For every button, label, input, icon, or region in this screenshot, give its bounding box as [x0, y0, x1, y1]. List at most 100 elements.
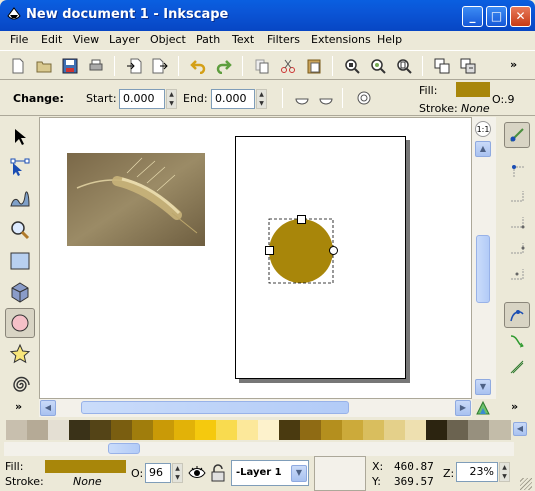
minimize-button[interactable]: _: [462, 6, 483, 27]
ellipse-handle-arc[interactable]: [329, 246, 338, 255]
menu-view[interactable]: View: [73, 33, 99, 46]
zoom-tool-icon[interactable]: [5, 215, 35, 245]
zoom-drawing-icon[interactable]: [368, 56, 388, 76]
layer-visibility-eye-icon[interactable]: [188, 464, 206, 482]
close-button[interactable]: ✕: [510, 6, 531, 27]
scroll-right-button[interactable]: ▶: [455, 400, 471, 416]
tweak-tool-icon[interactable]: [5, 184, 35, 214]
palette-swatch[interactable]: [216, 420, 238, 440]
palette-swatch[interactable]: [279, 420, 301, 440]
menu-layer[interactable]: Layer: [109, 33, 140, 46]
palette-scrollbar[interactable]: [4, 442, 514, 456]
vertical-scrollbar[interactable]: 1:1 ▲ ▼: [472, 117, 496, 399]
palette-swatch[interactable]: [489, 420, 511, 440]
ellipse-handle-left[interactable]: [265, 246, 274, 255]
palette-menu-button[interactable]: ◀: [513, 422, 527, 436]
menu-file[interactable]: File: [10, 33, 28, 46]
snap-bbox-corners-icon[interactable]: [504, 209, 530, 235]
3d-box-tool-icon[interactable]: [5, 277, 35, 307]
end-input[interactable]: 0.000: [211, 89, 255, 109]
scroll-down-button[interactable]: ▼: [475, 379, 491, 395]
menu-edit[interactable]: Edit: [41, 33, 62, 46]
horizontal-scroll-thumb[interactable]: [81, 401, 349, 414]
import-icon[interactable]: [124, 56, 144, 76]
palette-swatch[interactable]: [468, 420, 490, 440]
palette-swatches[interactable]: [6, 420, 511, 440]
star-tool-icon[interactable]: [5, 339, 35, 369]
menu-extensions[interactable]: Extensions: [311, 33, 371, 46]
maximize-button[interactable]: □: [486, 6, 507, 27]
resize-grip-icon[interactable]: [520, 478, 532, 490]
selector-tool-icon[interactable]: [5, 122, 35, 152]
ellipse-handle-top[interactable]: [297, 215, 306, 224]
snap-bbox-midpoints-icon[interactable]: [504, 235, 530, 261]
palette-swatch[interactable]: [447, 420, 469, 440]
palette-swatch[interactable]: [132, 420, 154, 440]
wheat-photo[interactable]: [67, 153, 205, 246]
snap-toggle-icon[interactable]: [504, 122, 530, 148]
horizontal-scrollbar[interactable]: ◀ ▶: [39, 399, 472, 417]
redo-icon[interactable]: [214, 56, 234, 76]
toolbar-overflow-button[interactable]: »: [510, 58, 517, 71]
palette-scroll-thumb[interactable]: [108, 443, 140, 454]
palette-swatch[interactable]: [111, 420, 133, 440]
zoom-page-icon[interactable]: [394, 56, 414, 76]
undo-icon[interactable]: [188, 56, 208, 76]
status-fill-swatch[interactable]: [45, 460, 126, 473]
ellipse-tool-icon[interactable]: [5, 308, 35, 338]
menu-help[interactable]: Help: [377, 33, 402, 46]
zoom-input[interactable]: 23%: [456, 462, 498, 482]
save-icon[interactable]: [60, 56, 80, 76]
palette-swatch[interactable]: [300, 420, 322, 440]
ellipse-object[interactable]: [266, 216, 336, 286]
node-tool-icon[interactable]: [5, 153, 35, 183]
palette-swatch[interactable]: [363, 420, 385, 440]
drawing-canvas[interactable]: [39, 117, 472, 399]
copy-icon[interactable]: [252, 56, 272, 76]
snap-paths-icon[interactable]: [504, 328, 530, 354]
zoom-selection-icon[interactable]: [342, 56, 362, 76]
palette-swatch[interactable]: [237, 420, 259, 440]
rectangle-tool-icon[interactable]: [5, 246, 35, 276]
make-whole-icon[interactable]: [354, 88, 374, 108]
start-stepper[interactable]: ▲ ▼: [166, 89, 177, 109]
menu-object[interactable]: Object: [150, 33, 186, 46]
palette-swatch[interactable]: [258, 420, 280, 440]
status-opacity-stepper[interactable]: ▲ ▼: [172, 463, 183, 483]
new-document-icon[interactable]: [8, 56, 28, 76]
layer-select-dropdown-button[interactable]: ▼: [291, 465, 307, 482]
segment-icon[interactable]: [316, 88, 336, 108]
scroll-up-button[interactable]: ▲: [475, 141, 491, 157]
palette-swatch[interactable]: [384, 420, 406, 440]
paste-icon[interactable]: [304, 56, 324, 76]
palette-swatch[interactable]: [48, 420, 70, 440]
layer-lock-icon[interactable]: [210, 464, 226, 482]
palette-swatch[interactable]: [6, 420, 28, 440]
zoom-1-1-icon[interactable]: 1:1: [475, 121, 491, 137]
vertical-scroll-thumb[interactable]: [476, 235, 490, 303]
spiral-tool-icon[interactable]: [5, 370, 35, 400]
duplicate-icon[interactable]: [432, 56, 452, 76]
snap-intersections-icon[interactable]: [504, 354, 530, 380]
palette-swatch[interactable]: [195, 420, 217, 440]
palette-swatch[interactable]: [153, 420, 175, 440]
clone-icon[interactable]: [458, 56, 478, 76]
palette-swatch[interactable]: [426, 420, 448, 440]
fill-swatch[interactable]: [456, 82, 490, 97]
palette-swatch[interactable]: [174, 420, 196, 440]
whole-ellipse-icon[interactable]: [292, 88, 312, 108]
palette-swatch[interactable]: [27, 420, 49, 440]
scroll-left-button[interactable]: ◀: [40, 400, 56, 416]
palette-swatch[interactable]: [342, 420, 364, 440]
palette-swatch[interactable]: [90, 420, 112, 440]
palette-swatch[interactable]: [321, 420, 343, 440]
snap-bbox-centers-icon[interactable]: [504, 261, 530, 287]
end-stepper[interactable]: ▲ ▼: [256, 89, 267, 109]
snap-bbox-edges-icon[interactable]: [504, 183, 530, 209]
snap-bbox-icon[interactable]: [504, 157, 530, 183]
start-input[interactable]: 0.000: [119, 89, 165, 109]
menu-filters[interactable]: Filters: [267, 33, 300, 46]
toolbox-overflow-button[interactable]: »: [15, 400, 22, 413]
palette-swatch[interactable]: [69, 420, 91, 440]
snapbar-overflow-button[interactable]: »: [511, 400, 518, 413]
